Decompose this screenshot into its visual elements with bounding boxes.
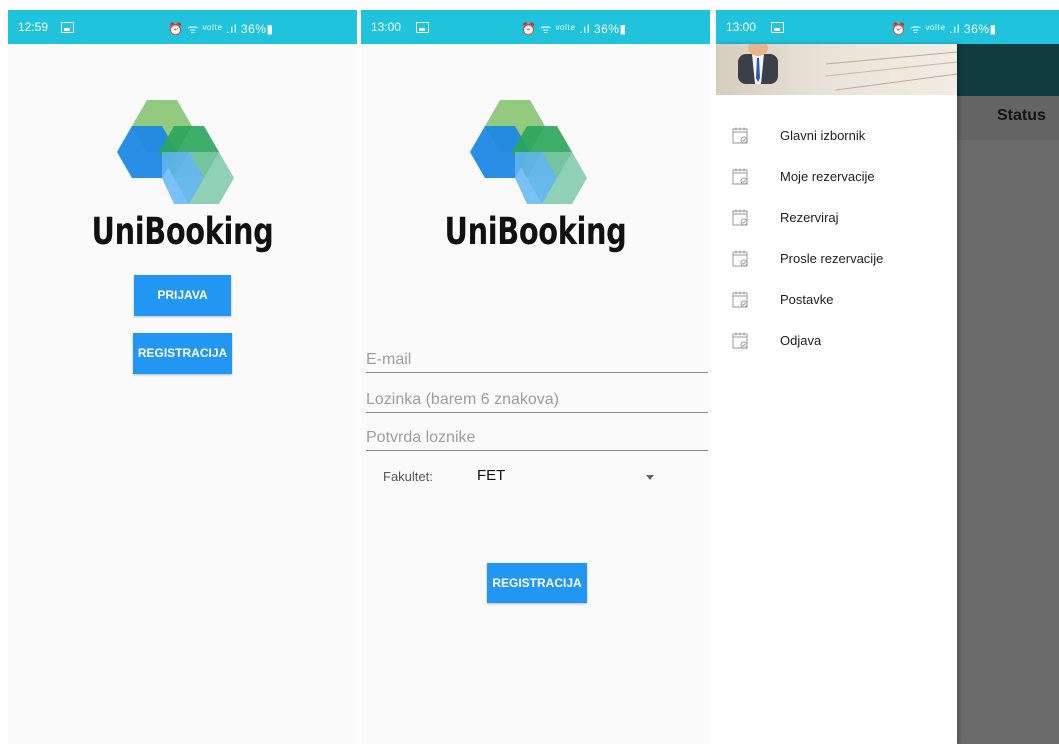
status-indicators: ⏰ ᯤ ᵛᵒˡᵗᵉ .ıl 36%▮	[521, 22, 627, 36]
status-time: 13:00	[726, 20, 757, 34]
app-name: UniBooking	[444, 210, 627, 253]
calendar-check-icon	[732, 250, 748, 267]
status-bar: 13:00 ⏰ ᯤ ᵛᵒˡᵗᵉ .ıl 36%▮	[716, 10, 1059, 44]
email-field[interactable]: E-mail	[366, 348, 708, 373]
welcome-screen: 12:59 ⏰ ᯤ ᵛᵒˡᵗᵉ .ıl 36%▮ UniBooking PRIJ…	[8, 10, 357, 744]
drawer-item-label: Prosle rezervacije	[780, 251, 884, 266]
register-button[interactable]: REGISTRACIJA	[133, 333, 232, 374]
drawer-item-past-reservations[interactable]: Prosle rezervacije	[716, 238, 957, 278]
calendar-check-icon	[732, 168, 748, 185]
drawer-screen: g Status 13:00 ⏰ ᯤ ᵛᵒˡᵗᵉ .ıl 36%▮	[716, 10, 1059, 744]
drawer-item-my-reservations[interactable]: Moje rezervacije	[716, 156, 957, 196]
unibooking-logo-icon	[116, 100, 234, 204]
confirm-password-field[interactable]: Potvrda loznike	[366, 426, 708, 451]
image-icon	[416, 22, 429, 33]
desk-pattern	[826, 51, 957, 91]
drawer-item-reserve[interactable]: Rezerviraj	[716, 197, 957, 237]
drawer-item-settings[interactable]: Postavke	[716, 279, 957, 319]
drawer-item-main-menu[interactable]: Glavni izbornik	[716, 115, 957, 155]
status-bar: 13:00 ⏰ ᯤ ᵛᵒˡᵗᵉ .ıl 36%▮	[361, 10, 710, 44]
status-time: 13:00	[371, 20, 402, 34]
password-placeholder: Lozinka (barem 6 znakova)	[366, 391, 559, 408]
dropdown-arrow-icon[interactable]	[646, 475, 654, 480]
status-bar: 12:59 ⏰ ᯤ ᵛᵒˡᵗᵉ .ıl 36%▮	[8, 10, 357, 44]
status-indicators: ⏰ ᯤ ᵛᵒˡᵗᵉ .ıl 36%▮	[891, 22, 997, 36]
email-placeholder: E-mail	[366, 351, 412, 368]
image-icon	[771, 22, 784, 33]
navigation-drawer: Glavni izbornik Moje rezervacije Rezervi…	[716, 44, 957, 744]
calendar-check-icon	[732, 291, 748, 308]
app-name: UniBooking	[91, 210, 274, 253]
drawer-header-image	[716, 44, 957, 95]
status-indicators: ⏰ ᯤ ᵛᵒˡᵗᵉ .ıl 36%▮	[168, 22, 274, 36]
drawer-item-label: Moje rezervacije	[780, 169, 875, 184]
confirm-password-placeholder: Potvrda loznike	[366, 429, 476, 446]
unibooking-logo-icon	[469, 100, 587, 204]
password-field[interactable]: Lozinka (barem 6 znakova)	[366, 388, 708, 413]
status-time: 12:59	[18, 20, 49, 34]
drawer-item-label: Glavni izbornik	[780, 128, 866, 143]
person-icon	[738, 44, 778, 84]
calendar-check-icon	[732, 332, 748, 349]
faculty-label: Fakultet:	[383, 469, 433, 484]
calendar-check-icon	[732, 209, 748, 226]
registration-screen: 13:00 ⏰ ᯤ ᵛᵒˡᵗᵉ .ıl 36%▮ UniBooking E-ma…	[361, 10, 710, 744]
faculty-select[interactable]: FET	[477, 467, 505, 484]
drawer-item-label: Odjava	[780, 333, 822, 348]
drawer-item-logout[interactable]: Odjava	[716, 320, 957, 360]
drawer-item-label: Postavke	[780, 292, 834, 307]
drawer-item-label: Rezerviraj	[780, 210, 839, 225]
submit-registration-button[interactable]: REGISTRACIJA	[487, 563, 587, 603]
image-icon	[61, 22, 74, 33]
calendar-check-icon	[732, 127, 748, 144]
login-button[interactable]: PRIJAVA	[134, 275, 231, 316]
